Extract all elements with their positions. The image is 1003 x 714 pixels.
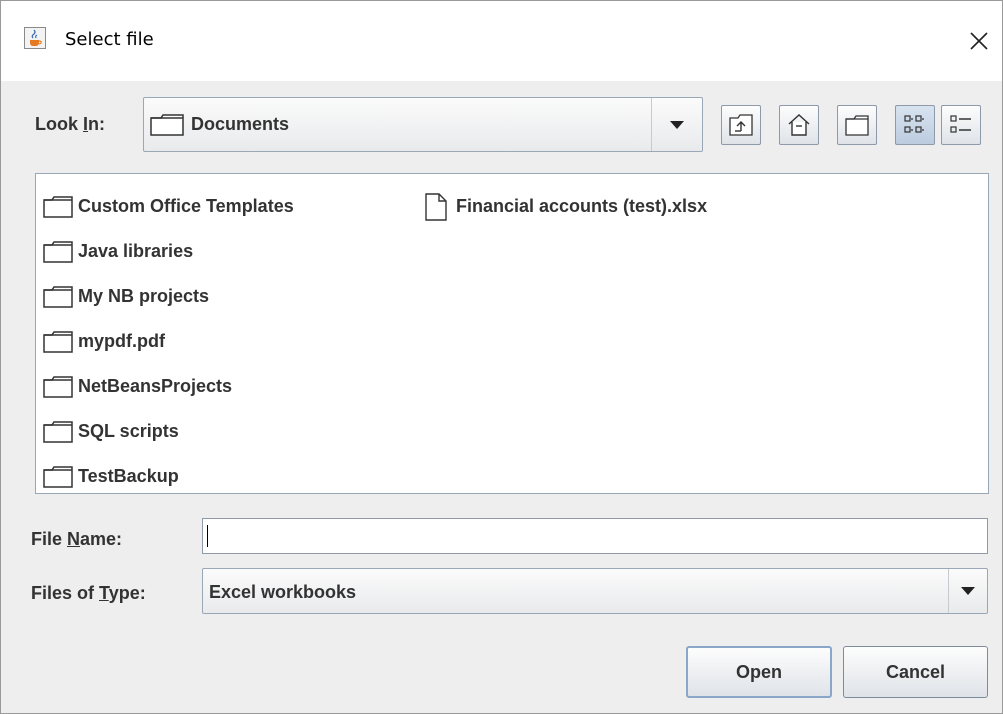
list-item-label: Financial accounts (test).xlsx <box>456 196 708 216</box>
new-folder-icon <box>845 115 869 136</box>
chevron-down-icon <box>670 120 684 129</box>
file-list-column-1: Custom Office Templates Java libraries M… <box>38 184 294 499</box>
list-item-label: TestBackup <box>78 466 179 486</box>
file-icon <box>416 192 456 221</box>
list-view-icon <box>904 115 924 133</box>
folder-icon <box>38 195 78 218</box>
folder-icon <box>38 420 78 443</box>
details-view-button[interactable] <box>941 105 981 145</box>
home-icon <box>788 114 810 136</box>
open-button[interactable]: Open <box>686 646 832 698</box>
list-item[interactable]: TestBackup <box>38 454 294 499</box>
close-button[interactable] <box>961 23 997 59</box>
folder-icon <box>38 375 78 398</box>
look-in-dropdown-button[interactable] <box>651 98 702 151</box>
select-file-dialog: Select file Look In: Documents Custom Of… <box>0 0 1003 714</box>
title-bar: Select file <box>1 1 1002 81</box>
list-item-label: SQL scripts <box>78 421 179 441</box>
list-item-label: NetBeansProjects <box>78 376 233 396</box>
list-item[interactable]: Custom Office Templates <box>38 184 294 229</box>
file-name-input[interactable] <box>202 518 988 554</box>
look-in-value: Documents <box>191 114 290 134</box>
home-button[interactable] <box>779 105 819 145</box>
folder-icon <box>150 114 184 141</box>
folder-icon <box>38 330 78 353</box>
details-view-icon <box>950 115 971 133</box>
look-in-label: Look In: <box>35 114 106 134</box>
cancel-button[interactable]: Cancel <box>843 646 988 698</box>
java-cup-icon <box>24 27 46 49</box>
list-item[interactable]: My NB projects <box>38 274 294 319</box>
look-in-combo[interactable]: Documents <box>143 97 703 152</box>
folder-icon <box>38 240 78 263</box>
file-type-combo[interactable]: Excel workbooks <box>202 568 988 614</box>
list-item[interactable]: NetBeansProjects <box>38 364 294 409</box>
list-item-label: mypdf.pdf <box>78 331 165 351</box>
list-item[interactable]: Java libraries <box>38 229 294 274</box>
file-type-label: Files of Type: <box>31 583 146 603</box>
list-item-label: My NB projects <box>78 286 210 306</box>
list-item[interactable]: mypdf.pdf <box>38 319 294 364</box>
list-item[interactable]: SQL scripts <box>38 409 294 454</box>
folder-icon <box>38 465 78 488</box>
file-type-value: Excel workbooks <box>209 582 357 602</box>
list-item[interactable]: Financial accounts (test).xlsx <box>416 184 707 229</box>
list-item-label: Custom Office Templates <box>78 196 294 216</box>
text-caret <box>207 525 208 547</box>
create-new-folder-button[interactable] <box>837 105 877 145</box>
file-name-label: File Name: <box>31 529 123 549</box>
window-title: Select file <box>65 29 154 50</box>
file-list[interactable]: Custom Office Templates Java libraries M… <box>35 173 989 494</box>
folder-icon <box>38 285 78 308</box>
list-item-label: Java libraries <box>78 241 194 261</box>
up-folder-icon <box>729 114 753 136</box>
list-view-button[interactable] <box>895 105 935 145</box>
chevron-down-icon <box>961 587 975 595</box>
close-icon <box>970 32 988 50</box>
up-one-level-button[interactable] <box>721 105 761 145</box>
file-list-column-2: Financial accounts (test).xlsx <box>416 184 707 229</box>
file-type-dropdown-button[interactable] <box>948 569 987 613</box>
